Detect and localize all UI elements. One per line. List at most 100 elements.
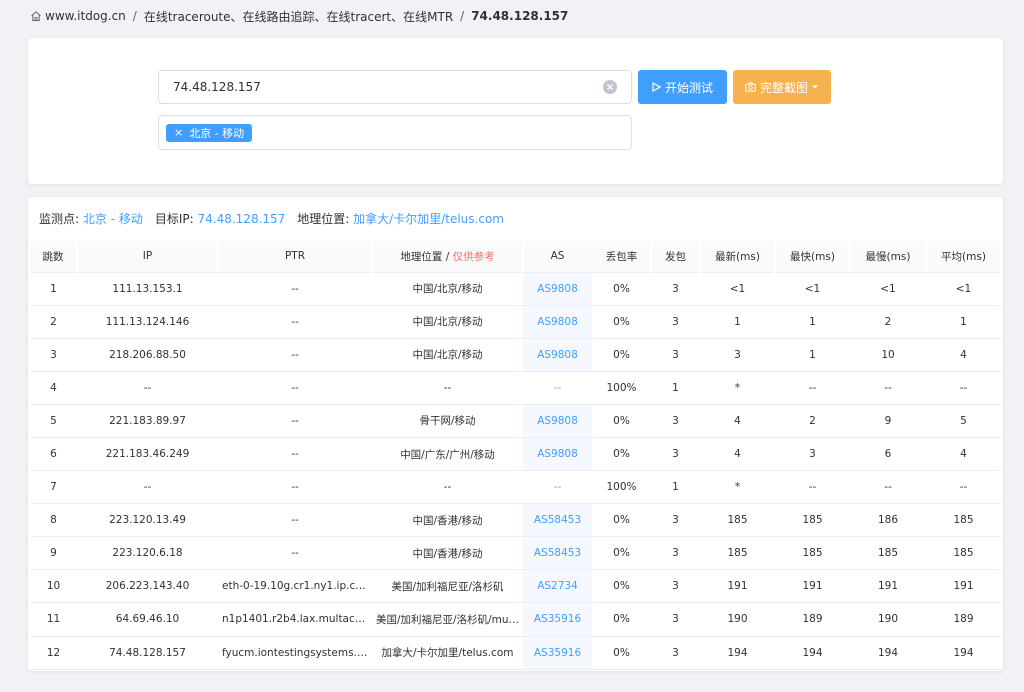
node-tag: × 北京 - 移动 [166,123,253,142]
cell-as[interactable]: AS9808 [523,437,592,472]
cell-geo: -- [372,470,523,505]
cell-as[interactable]: AS58453 [523,536,592,571]
cell-best: 1 [775,338,850,372]
node-label: 监测点: [39,212,80,226]
cell-last: 185 [700,503,775,538]
header-worst: 最慢(ms) [850,241,927,273]
start-test-button[interactable]: 开始测试 [638,70,727,104]
test-form-card: 开始测试 完整截图 × 北京 - 移动 [28,38,1003,184]
cell-ip: 111.13.153.1 [77,272,218,306]
cell-ptr: -- [218,470,372,505]
cell-ptr: -- [218,371,372,405]
cell-geo: -- [372,371,523,405]
cell-geo: 美国/加利福尼亚/洛杉矶/mult... [372,602,523,637]
cell-as[interactable]: AS58453 [523,503,592,538]
cell-best: 2 [775,404,850,438]
cell-as[interactable]: AS35916 [523,602,592,637]
cell-geo: 骨干网/移动 [372,404,523,438]
cell-last: 191 [700,569,775,604]
cell-best: -- [775,371,850,405]
cell-hop: 7 [30,470,77,505]
cell-sent: 3 [651,536,700,571]
header-sent: 发包 [651,241,701,273]
cell-sent: 3 [651,503,700,538]
cell-as: -- [523,371,592,405]
cell-hop: 9 [30,536,77,571]
cell-as[interactable]: AS9808 [523,338,592,372]
breadcrumb-section-link[interactable]: 在线traceroute、在线路由追踪、在线tracert、在线MTR [144,8,453,25]
cell-as[interactable]: AS35916 [523,636,592,670]
header-ptr: PTR [218,241,373,273]
cell-ptr: -- [218,536,372,571]
cell-last: 3 [700,338,775,372]
cell-avg: 185 [926,536,1001,571]
geo-label: 地理位置: [297,212,350,226]
table-row: 1 111.13.153.1 -- 中国/北京/移动 AS9808 0% 3 <1 <1 <1 <1 [30,272,1001,306]
cell-last: * [700,470,775,505]
screenshot-button[interactable]: 完整截图 [733,70,831,104]
cell-as[interactable]: AS9808 [523,305,592,339]
cell-ip: 223.120.6.18 [77,536,218,571]
cell-worst: -- [850,470,926,505]
target-value: 74.48.128.157 [197,212,286,226]
table-row: 9 223.120.6.18 -- 中国/香港/移动 AS58453 0% 3 185 185 1… [30,536,1001,571]
cell-ip: 218.206.88.50 [77,338,218,372]
table-row: 4 -- -- -- -- 100% 1 * -- -- -- [30,371,1001,405]
clear-icon[interactable] [603,80,617,94]
cell-as[interactable]: AS2734 [523,569,592,604]
cell-sent: 3 [651,437,700,472]
header-loss: 丢包率 [592,241,652,273]
caret-down-icon [812,85,818,89]
cell-as[interactable]: AS9808 [523,272,592,306]
table-row: 6 221.183.46.249 -- 中国/广东/广州/移动 AS9808 0% 3 4 3 6… [30,437,1001,472]
cell-hop: 12 [30,636,77,670]
cell-avg: <1 [926,272,1001,306]
cell-ptr: -- [218,437,372,472]
table-row: 12 74.48.128.157 fyucm.iontestingsystems.c… [30,636,1001,670]
cell-loss: 100% [592,470,651,505]
cell-best: 185 [775,503,850,538]
target-input[interactable] [173,80,603,94]
node-tag-label: 北京 - 移动 [189,126,245,140]
cell-geo: 加拿大/卡尔加里/telus.com [372,636,523,670]
cell-best: -- [775,470,850,505]
table-row: 7 -- -- -- -- 100% 1 * -- -- -- [30,470,1001,505]
cell-loss: 0% [592,503,651,538]
cell-worst: 190 [850,602,926,637]
cell-hop: 3 [30,338,77,372]
node-select[interactable]: × 北京 - 移动 [158,115,632,150]
cell-hop: 6 [30,437,77,472]
cell-ptr: -- [218,404,372,438]
cell-best: <1 [775,272,850,306]
breadcrumb-separator: / [460,9,465,23]
cell-ip: 223.120.13.49 [77,503,218,538]
breadcrumb-separator: / [132,9,137,23]
cell-avg: 4 [926,338,1001,372]
cell-last: 4 [700,437,775,472]
tag-close-icon[interactable]: × [174,126,183,139]
result-summary: 监测点: 北京 - 移动 目标IP: 74.48.128.157 地理位置: 加… [39,210,504,227]
screenshot-label: 完整截图 [759,80,808,95]
cell-ip: 221.183.46.249 [77,437,218,472]
cell-sent: 1 [651,470,700,505]
node-value: 北京 - 移动 [82,212,143,226]
cell-last: 194 [700,636,775,670]
cell-ptr: n1p1401.r2b4.lax.multacom.... [218,602,372,637]
geo-value: 加拿大/卡尔加里/telus.com [353,212,504,226]
cell-as[interactable]: AS9808 [523,404,592,438]
cell-loss: 0% [592,536,651,571]
cell-loss: 0% [592,569,651,604]
cell-sent: 3 [651,636,700,670]
cell-worst: -- [850,371,926,405]
home-icon [31,11,41,21]
cell-ptr: -- [218,503,372,538]
breadcrumb-home-link[interactable]: www.itdog.cn [45,9,126,23]
cell-last: 190 [700,602,775,637]
header-geo-label: 地理位置 / [400,250,453,263]
cell-best: 185 [775,536,850,571]
cell-worst: 185 [850,536,926,571]
cell-loss: 0% [592,437,651,472]
cell-avg: -- [926,371,1001,405]
cell-ptr: eth-0-19.10g.cr1.ny1.ip.cores.... [218,569,372,604]
cell-loss: 0% [592,404,651,438]
